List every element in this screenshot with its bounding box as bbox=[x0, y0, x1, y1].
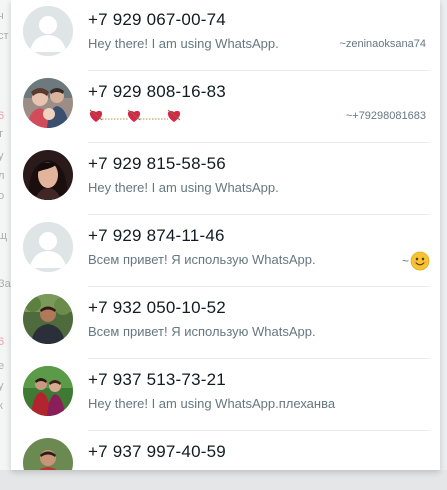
two-people-photo-avatar bbox=[23, 366, 73, 416]
contact-row[interactable]: +7 932 050-10-52 Всем привет! Я использу… bbox=[11, 286, 440, 359]
background-bottom-edge bbox=[0, 470, 447, 490]
contact-info: +7 929 815-58-56 Hey there! I am using W… bbox=[88, 142, 430, 215]
contact-phone: +7 929 815-58-56 bbox=[88, 154, 226, 173]
contact-phone: +7 937 997-40-59 bbox=[88, 442, 226, 461]
contact-pushname: ~ bbox=[402, 250, 430, 272]
contact-row[interactable]: +7 929 067-00-74 Hey there! I am using W… bbox=[11, 0, 440, 71]
contact-status: Всем привет! Я использую WhatsApp. bbox=[88, 324, 316, 339]
contact-row[interactable]: +7 929 815-58-56 Hey there! I am using W… bbox=[11, 142, 440, 215]
family-photo-avatar bbox=[23, 78, 73, 128]
contact-pushname: ~zeninaoksana74 bbox=[339, 38, 426, 50]
person-red-shirt-photo-avatar bbox=[23, 438, 73, 470]
contact-row[interactable]: +7 937 997-40-59 bbox=[11, 430, 440, 470]
contact-status: Hey there! I am using WhatsApp. bbox=[88, 180, 279, 195]
contact-info: +7 929 067-00-74 Hey there! I am using W… bbox=[88, 0, 430, 71]
contact-row[interactable]: +7 937 513-73-21 Hey there! I am using W… bbox=[11, 358, 440, 431]
hearts-and-arrows-emoji-icon bbox=[88, 106, 188, 126]
contact-phone: +7 929 874-11-46 bbox=[88, 226, 225, 245]
contact-phone: +7 937 513-73-21 bbox=[88, 370, 226, 389]
contact-info: +7 929 808-16-83 ~+79298081683 bbox=[88, 70, 430, 143]
pushname-tilde: ~ bbox=[401, 254, 409, 268]
man-outdoor-photo-avatar bbox=[23, 294, 73, 344]
contact-info: +7 932 050-10-52 Всем привет! Я использу… bbox=[88, 286, 430, 359]
background-right-edge bbox=[440, 0, 447, 490]
contact-info: +7 929 874-11-46 Всем привет! Я использу… bbox=[88, 214, 430, 287]
contact-phone: +7 932 050-10-52 bbox=[88, 298, 226, 317]
contact-row[interactable]: +7 929 808-16-83 ~+79298081683 bbox=[11, 70, 440, 143]
contact-pushname: ~+79298081683 bbox=[345, 110, 426, 122]
contact-phone: +7 929 067-00-74 bbox=[88, 10, 226, 29]
smiling-face-emoji-icon bbox=[410, 251, 430, 271]
default-avatar-icon bbox=[23, 6, 73, 56]
contact-info: +7 937 997-40-59 bbox=[88, 430, 430, 470]
contact-status: Всем привет! Я использую WhatsApp. bbox=[88, 252, 316, 267]
default-avatar-icon bbox=[23, 222, 73, 272]
contact-status: Hey there! I am using WhatsApp.плеханва bbox=[88, 396, 336, 411]
contact-info: +7 937 513-73-21 Hey there! I am using W… bbox=[88, 358, 430, 431]
contact-phone: +7 929 808-16-83 bbox=[88, 82, 226, 101]
contact-row[interactable]: +7 929 874-11-46 Всем привет! Я использу… bbox=[11, 214, 440, 287]
contact-status: Hey there! I am using WhatsApp. bbox=[88, 36, 279, 51]
woman-photo-avatar bbox=[23, 150, 73, 200]
contacts-list-panel[interactable]: +7 929 067-00-74 Hey there! I am using W… bbox=[11, 0, 440, 470]
